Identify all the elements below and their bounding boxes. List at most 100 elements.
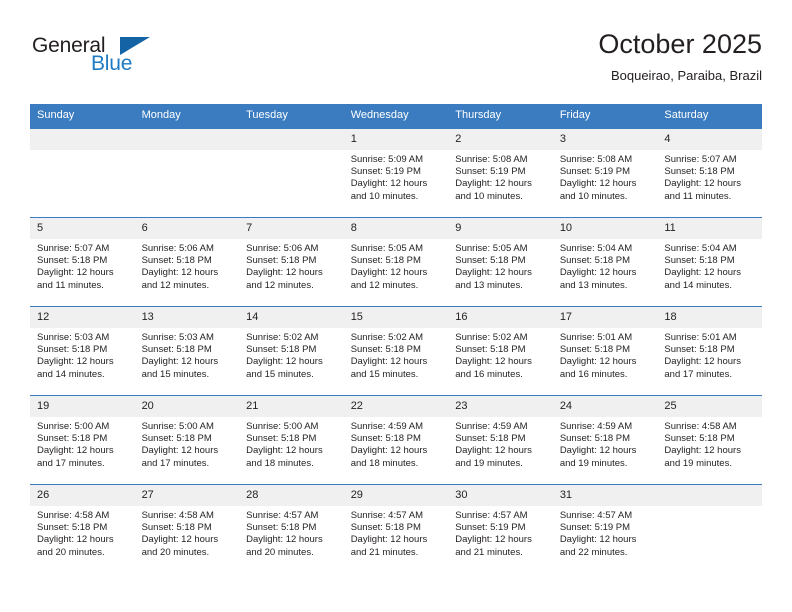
- day-detail-line: Sunrise: 4:57 AM: [455, 510, 528, 521]
- day-details: Sunrise: 5:04 AM Sunset: 5:18 PM Daylight:…: [657, 239, 762, 292]
- day-detail-line: and 17 minutes.: [37, 457, 105, 469]
- calendar-day-cell[interactable]: 16 Sunrise: 5:02 AM Sunset: 5:18 PM Dayligh…: [448, 306, 553, 396]
- calendar-day-cell[interactable]: 31 Sunrise: 4:57 AM Sunset: 5:19 PM Dayligh…: [552, 484, 658, 573]
- calendar-day-cell[interactable]: 6 Sunrise: 5:06 AM Sunset: 5:18 PM Daylight…: [134, 217, 240, 307]
- day-detail-line: and 12 minutes.: [141, 279, 210, 291]
- calendar-day-cell[interactable]: 26 Sunrise: 4:58 AM Sunset: 5:18 PM Dayligh…: [30, 484, 135, 573]
- day-number: [239, 129, 344, 150]
- day-detail-line: Sunset: 5:18 PM: [141, 344, 212, 356]
- day-number: 24: [552, 396, 658, 417]
- calendar-day-cell[interactable]: 18 Sunrise: 5:01 AM Sunset: 5:18 PM Dayligh…: [657, 306, 762, 396]
- day-number: 13: [134, 307, 240, 328]
- calendar-day-cell[interactable]: 9 Sunrise: 5:05 AM Sunset: 5:18 PM Daylight…: [448, 217, 553, 307]
- day-detail-line: Sunrise: 5:03 AM: [141, 332, 214, 343]
- day-details: Sunrise: 5:06 AM Sunset: 5:18 PM Daylight:…: [239, 239, 344, 292]
- day-details: Sunrise: 5:05 AM Sunset: 5:18 PM Daylight:…: [448, 239, 553, 292]
- day-detail-line: Sunrise: 5:02 AM: [455, 332, 528, 343]
- calendar-table: Sunday Monday Tuesday Wednesday Thursday…: [30, 104, 762, 573]
- weekday-header-wednesday: Wednesday: [343, 104, 449, 129]
- calendar-day-cell[interactable]: 29 Sunrise: 4:57 AM Sunset: 5:18 PM Dayligh…: [343, 484, 449, 573]
- day-details: Sunrise: 5:00 AM Sunset: 5:18 PM Daylight:…: [239, 417, 344, 470]
- day-detail-line: and 20 minutes.: [141, 546, 210, 558]
- day-number: 27: [134, 485, 240, 506]
- weekday-header-row: Sunday Monday Tuesday Wednesday Thursday…: [30, 104, 762, 129]
- day-details: Sunrise: 4:58 AM Sunset: 5:18 PM Daylight:…: [135, 506, 240, 559]
- weekday-header-thursday: Thursday: [448, 104, 553, 129]
- day-detail-line: and 10 minutes.: [559, 190, 628, 202]
- day-number: 22: [343, 396, 449, 417]
- day-details: Sunrise: 4:57 AM Sunset: 5:19 PM Daylight:…: [448, 506, 553, 559]
- calendar-day-cell[interactable]: 1 Sunrise: 5:09 AM Sunset: 5:19 PM Daylight…: [343, 128, 449, 218]
- day-detail-line: Daylight: 12 hours: [455, 534, 532, 546]
- calendar-week-row: 26 Sunrise: 4:58 AM Sunset: 5:18 PM Dayligh…: [30, 484, 762, 573]
- calendar-week-row: 1 Sunrise: 5:09 AM Sunset: 5:19 PM Daylight…: [30, 128, 762, 218]
- day-detail-line: and 12 minutes.: [246, 279, 314, 291]
- day-detail-line: Sunrise: 5:06 AM: [246, 243, 319, 254]
- calendar-day-cell[interactable]: 30 Sunrise: 4:57 AM Sunset: 5:19 PM Dayligh…: [448, 484, 553, 573]
- day-number: 2: [448, 129, 553, 150]
- calendar-day-cell[interactable]: 10 Sunrise: 5:04 AM Sunset: 5:18 PM Dayligh…: [552, 217, 658, 307]
- day-details: Sunrise: 4:57 AM Sunset: 5:19 PM Daylight:…: [553, 506, 658, 559]
- day-detail-line: Daylight: 12 hours: [350, 178, 428, 190]
- day-detail-line: Daylight: 12 hours: [559, 356, 637, 368]
- calendar-day-cell[interactable]: 12 Sunrise: 5:03 AM Sunset: 5:18 PM Dayligh…: [30, 306, 135, 396]
- calendar-day-cell[interactable]: 3 Sunrise: 5:08 AM Sunset: 5:19 PM Daylight…: [552, 128, 658, 218]
- day-detail-line: Sunrise: 5:04 AM: [664, 243, 737, 254]
- calendar-day-cell[interactable]: 2 Sunrise: 5:08 AM Sunset: 5:19 PM Daylight…: [448, 128, 553, 218]
- day-detail-line: and 19 minutes.: [455, 457, 523, 469]
- day-number: 8: [343, 218, 449, 239]
- day-detail-line: Sunrise: 5:05 AM: [350, 243, 424, 254]
- day-detail-line: and 15 minutes.: [246, 368, 314, 380]
- day-detail-line: Sunset: 5:19 PM: [455, 522, 526, 534]
- day-number: [657, 485, 762, 506]
- calendar-day-cell[interactable]: 4 Sunrise: 5:07 AM Sunset: 5:18 PM Daylight…: [657, 128, 762, 218]
- general-blue-logo[interactable]: General Blue: [32, 34, 182, 82]
- weekday-header-monday: Monday: [134, 104, 240, 129]
- day-detail-line: Daylight: 12 hours: [141, 445, 219, 457]
- day-detail-line: and 19 minutes.: [664, 457, 732, 469]
- calendar-day-cell[interactable]: 27 Sunrise: 4:58 AM Sunset: 5:18 PM Dayligh…: [134, 484, 240, 573]
- day-detail-line: Sunset: 5:18 PM: [350, 344, 421, 356]
- calendar-day-cell[interactable]: 13 Sunrise: 5:03 AM Sunset: 5:18 PM Dayligh…: [134, 306, 240, 396]
- day-detail-line: Daylight: 12 hours: [455, 267, 532, 279]
- calendar-day-cell[interactable]: 5 Sunrise: 5:07 AM Sunset: 5:18 PM Daylight…: [30, 217, 135, 307]
- day-detail-line: Sunrise: 5:00 AM: [37, 421, 110, 432]
- day-detail-line: Sunset: 5:18 PM: [350, 522, 421, 534]
- page-header: General Blue October 2025 Boqueirao, Par…: [30, 28, 762, 98]
- weekday-header-saturday: Saturday: [657, 104, 762, 129]
- day-number: 7: [239, 218, 344, 239]
- day-detail-line: Sunset: 5:18 PM: [246, 344, 317, 356]
- day-detail-line: and 18 minutes.: [350, 457, 419, 469]
- calendar-day-cell[interactable]: 23 Sunrise: 4:59 AM Sunset: 5:18 PM Dayligh…: [448, 395, 553, 485]
- day-detail-line: Sunset: 5:18 PM: [37, 255, 108, 267]
- calendar-day-cell[interactable]: 28 Sunrise: 4:57 AM Sunset: 5:18 PM Dayligh…: [239, 484, 344, 573]
- calendar-day-cell[interactable]: 8 Sunrise: 5:05 AM Sunset: 5:18 PM Daylight…: [343, 217, 449, 307]
- day-detail-line: Sunrise: 4:59 AM: [559, 421, 633, 432]
- calendar-day-cell[interactable]: 24 Sunrise: 4:59 AM Sunset: 5:18 PM Dayligh…: [552, 395, 658, 485]
- day-detail-line: Sunrise: 5:08 AM: [559, 154, 633, 165]
- day-number: 19: [30, 396, 135, 417]
- calendar-day-cell[interactable]: 14 Sunrise: 5:02 AM Sunset: 5:18 PM Dayligh…: [239, 306, 344, 396]
- calendar-day-cell[interactable]: 15 Sunrise: 5:02 AM Sunset: 5:18 PM Dayligh…: [343, 306, 449, 396]
- calendar-empty-cell: [239, 128, 344, 218]
- day-detail-line: Daylight: 12 hours: [246, 356, 323, 368]
- calendar-day-cell[interactable]: 21 Sunrise: 5:00 AM Sunset: 5:18 PM Dayligh…: [239, 395, 344, 485]
- day-detail-line: Sunrise: 4:57 AM: [246, 510, 319, 521]
- calendar-day-cell[interactable]: 17 Sunrise: 5:01 AM Sunset: 5:18 PM Dayligh…: [552, 306, 658, 396]
- calendar-body: 1 Sunrise: 5:09 AM Sunset: 5:19 PM Daylight…: [30, 128, 762, 573]
- day-detail-line: Daylight: 12 hours: [350, 267, 428, 279]
- day-detail-line: and 13 minutes.: [455, 279, 523, 291]
- day-detail-line: and 20 minutes.: [246, 546, 314, 558]
- day-detail-line: Sunrise: 4:59 AM: [350, 421, 424, 432]
- calendar-day-cell[interactable]: 20 Sunrise: 5:00 AM Sunset: 5:18 PM Dayligh…: [134, 395, 240, 485]
- day-number: 17: [552, 307, 658, 328]
- page-title: October 2025: [598, 29, 762, 59]
- calendar-day-cell[interactable]: 11 Sunrise: 5:04 AM Sunset: 5:18 PM Dayligh…: [657, 217, 762, 307]
- calendar-day-cell[interactable]: 7 Sunrise: 5:06 AM Sunset: 5:18 PM Daylight…: [239, 217, 344, 307]
- calendar-empty-cell: [134, 128, 240, 218]
- day-detail-line: Sunset: 5:18 PM: [664, 344, 735, 356]
- calendar-day-cell[interactable]: 22 Sunrise: 4:59 AM Sunset: 5:18 PM Dayligh…: [343, 395, 449, 485]
- calendar-day-cell[interactable]: 25 Sunrise: 4:58 AM Sunset: 5:18 PM Dayligh…: [657, 395, 762, 485]
- calendar-day-cell[interactable]: 19 Sunrise: 5:00 AM Sunset: 5:18 PM Dayligh…: [30, 395, 135, 485]
- day-detail-line: Sunset: 5:18 PM: [455, 433, 526, 445]
